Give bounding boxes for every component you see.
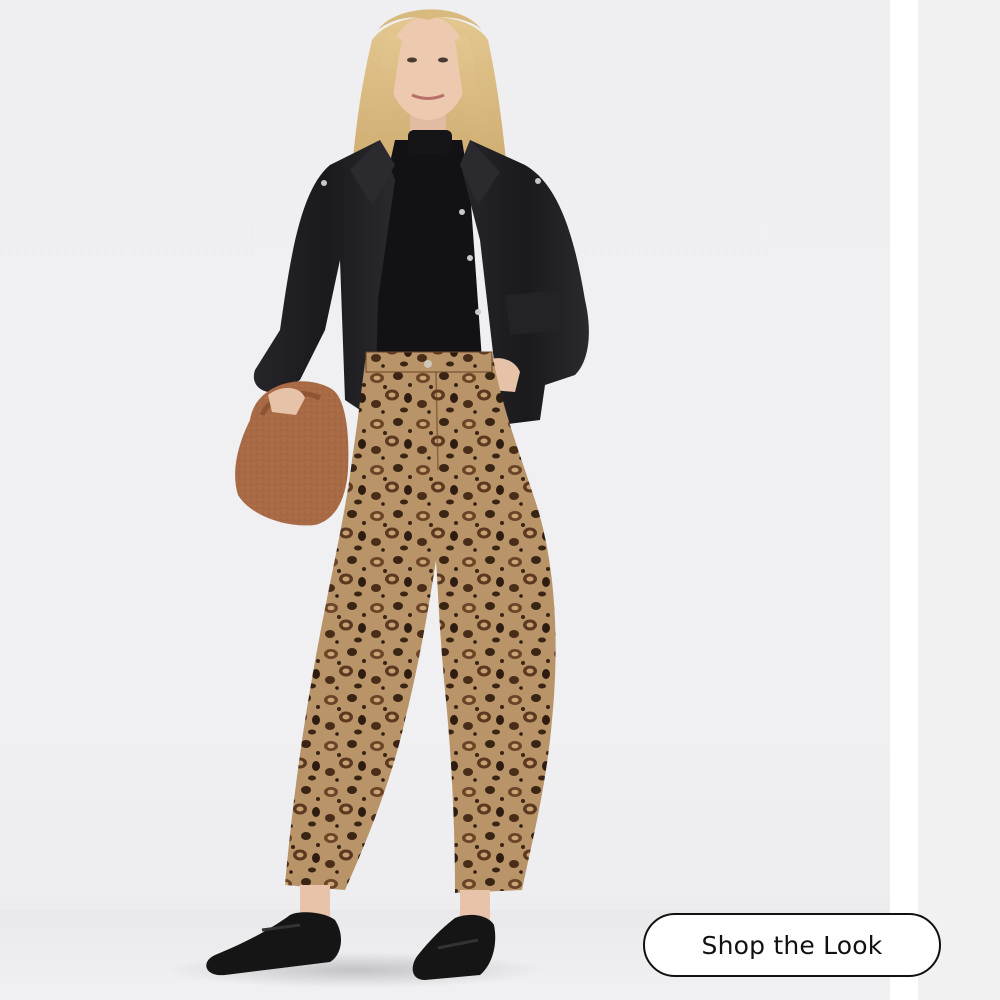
right-loafer [412,914,496,980]
face [388,16,468,120]
product-look-screen: Shop the Look [0,0,1000,1000]
shop-the-look-button[interactable]: Shop the Look [643,913,941,977]
next-image-preview[interactable] [918,0,1000,1000]
panel-divider [890,0,918,1000]
shop-the-look-label: Shop the Look [701,930,883,960]
look-photo [165,9,589,988]
